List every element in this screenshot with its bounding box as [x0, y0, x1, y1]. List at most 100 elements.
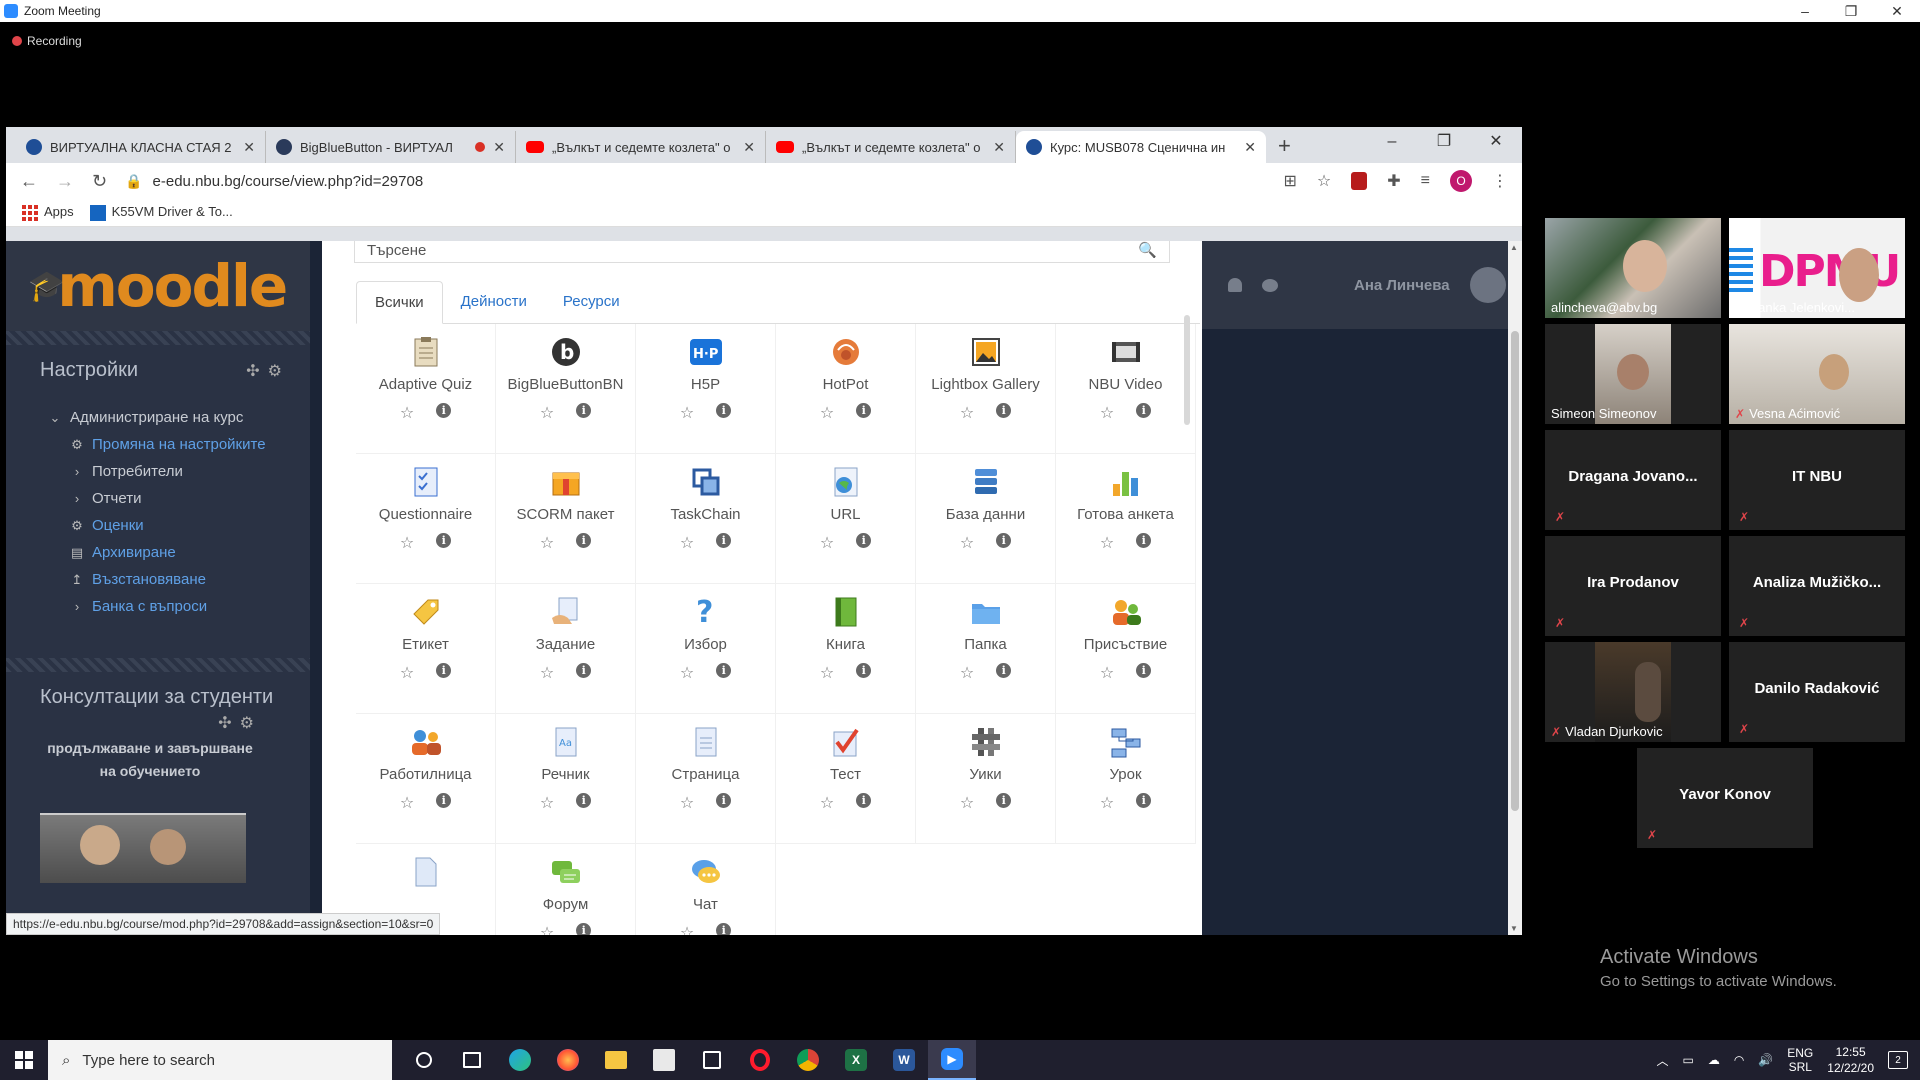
star-icon[interactable]: ☆ — [960, 793, 974, 813]
star-icon[interactable]: ☆ — [400, 793, 414, 813]
browser-tab[interactable]: Курс: MUSB078 Сценична ин ✕ — [1016, 131, 1266, 163]
recording-indicator[interactable]: Recording — [12, 34, 82, 48]
minimize-button[interactable]: – — [1782, 3, 1828, 20]
info-icon[interactable]: i — [1136, 793, 1152, 808]
taskbar-app-taskview[interactable] — [448, 1040, 496, 1080]
tab-all[interactable]: Всички — [356, 281, 443, 324]
settings-item[interactable]: › Банка с въпроси — [40, 593, 282, 620]
gear-icon[interactable]: ⚙ — [240, 713, 254, 733]
star-icon[interactable]: ☆ — [960, 533, 974, 553]
participant-tile[interactable]: IT NBU ✗ — [1729, 430, 1905, 530]
settings-item[interactable]: ⌄ Администриране на курс — [40, 404, 282, 431]
clock[interactable]: 12:55 12/22/20 — [1827, 1044, 1874, 1076]
module-item[interactable]: Готова анкета ☆ i — [1056, 454, 1196, 584]
module-item[interactable]: Присъствие ☆ i — [1056, 584, 1196, 714]
taskbar-app-firefox[interactable] — [544, 1040, 592, 1080]
taskbar-app-word[interactable]: W — [880, 1040, 928, 1080]
move-icon[interactable]: ✣ — [218, 713, 231, 733]
restore-button[interactable]: ❐ — [1828, 3, 1874, 20]
ublock-icon[interactable] — [1351, 172, 1368, 190]
module-item[interactable]: Тест ☆ i — [776, 714, 916, 844]
browser-tab[interactable]: „Вълкът и седемте козлета" о ✕ — [516, 131, 766, 163]
module-item[interactable]: Aa Речник ☆ i — [496, 714, 636, 844]
new-tab-button[interactable]: + — [1278, 133, 1291, 159]
info-icon[interactable]: i — [716, 923, 732, 935]
participant-tile[interactable]: ✗ Vladan Djurkovic — [1545, 642, 1721, 742]
browser-tab[interactable]: ВИРТУАЛНА КЛАСНА СТАЯ 2 ✕ — [16, 131, 266, 163]
info-icon[interactable]: i — [996, 793, 1012, 808]
scrollbar-thumb[interactable] — [1511, 331, 1519, 811]
url-text[interactable]: e-edu.nbu.bg/course/view.php?id=29708 — [153, 173, 424, 190]
info-icon[interactable]: i — [576, 533, 592, 548]
star-icon[interactable]: ☆ — [1100, 663, 1114, 683]
move-icon[interactable]: ✣ — [246, 361, 259, 381]
close-tab-icon[interactable]: ✕ — [993, 139, 1005, 156]
star-icon[interactable]: ☆ — [680, 923, 694, 935]
module-item[interactable]: Adaptive Quiz ☆ i — [356, 324, 496, 454]
info-icon[interactable]: i — [1136, 403, 1152, 418]
star-icon[interactable]: ☆ — [540, 403, 554, 423]
participant-tile[interactable]: DPMU Dušanka Jelenkovi... — [1729, 218, 1905, 318]
info-icon[interactable]: i — [1136, 533, 1152, 548]
close-tab-icon[interactable]: ✕ — [493, 139, 505, 156]
browser-tab[interactable]: BigBlueButton - ВИРТУАЛ ✕ — [266, 131, 516, 163]
participant-tile[interactable]: Analiza Mužičko... ✗ — [1729, 536, 1905, 636]
settings-item[interactable]: ▤ Архивиране — [40, 539, 282, 566]
info-icon[interactable]: i — [576, 793, 592, 808]
taskbar-app-tablet[interactable] — [688, 1040, 736, 1080]
close-tab-icon[interactable]: ✕ — [1244, 139, 1256, 156]
taskbar-app-folder[interactable] — [592, 1040, 640, 1080]
forward-icon[interactable]: → — [56, 171, 74, 192]
volume-icon[interactable]: 🔊 — [1758, 1053, 1773, 1067]
module-item[interactable]: Задание ☆ i — [496, 584, 636, 714]
lock-icon[interactable]: 🔒 — [125, 173, 142, 190]
info-icon[interactable]: i — [856, 793, 872, 808]
bookmark-star-icon[interactable]: ☆ — [1317, 171, 1331, 191]
module-item[interactable]: Форум ☆ i — [496, 844, 636, 935]
close-tab-icon[interactable]: ✕ — [243, 139, 255, 156]
reload-icon[interactable]: ↻ — [92, 171, 107, 192]
browser-restore-button[interactable]: ❐ — [1418, 127, 1470, 157]
taskbar-app-excel[interactable]: X — [832, 1040, 880, 1080]
user-name[interactable]: Ана Линчева — [1354, 277, 1450, 294]
star-icon[interactable]: ☆ — [820, 793, 834, 813]
module-item[interactable]: Книга ☆ i — [776, 584, 916, 714]
wifi-icon[interactable]: ◠ — [1734, 1053, 1744, 1067]
info-icon[interactable]: i — [716, 793, 732, 808]
taskbar-search[interactable]: ⌕ Type here to search — [48, 1040, 392, 1080]
info-icon[interactable]: i — [436, 793, 452, 808]
taskbar-app-store[interactable] — [640, 1040, 688, 1080]
settings-item[interactable]: › Отчети — [40, 485, 282, 512]
moodle-logo[interactable]: 🎓 moodle — [6, 241, 310, 331]
menu-icon[interactable]: ⋮ — [1492, 171, 1508, 191]
taskbar-app-opera[interactable] — [736, 1040, 784, 1080]
star-icon[interactable]: ☆ — [680, 403, 694, 423]
star-icon[interactable]: ☆ — [820, 663, 834, 683]
module-item[interactable]: H·P H5P ☆ i — [636, 324, 776, 454]
close-tab-icon[interactable]: ✕ — [743, 139, 755, 156]
star-icon[interactable]: ☆ — [540, 533, 554, 553]
page-scrollbar[interactable]: ▲ ▼ — [1508, 241, 1522, 935]
chooser-scrollbar[interactable] — [1184, 315, 1190, 425]
tab-resources[interactable]: Ресурси — [545, 281, 638, 323]
tray-chevron-icon[interactable]: ︿ — [1656, 1052, 1668, 1069]
info-icon[interactable]: i — [436, 533, 452, 548]
star-icon[interactable]: ☆ — [540, 923, 554, 935]
onedrive-icon[interactable]: ☁ — [1708, 1053, 1720, 1067]
bookmark-apps[interactable]: Apps — [22, 204, 74, 221]
module-item[interactable]: ? Избор ☆ i — [636, 584, 776, 714]
profile-avatar[interactable]: O — [1450, 170, 1472, 192]
taskbar-app-zoom[interactable]: ▶ — [928, 1040, 976, 1080]
star-icon[interactable]: ☆ — [400, 533, 414, 553]
address-bar[interactable]: 🔒 e-edu.nbu.bg/course/view.php?id=29708 — [125, 166, 1265, 196]
info-icon[interactable]: i — [856, 403, 872, 418]
battery-icon[interactable]: ▭ — [1682, 1053, 1693, 1067]
participant-tile[interactable]: Simeon Simeonov — [1545, 324, 1721, 424]
messages-icon[interactable] — [1262, 278, 1278, 292]
browser-close-button[interactable]: ✕ — [1470, 127, 1522, 157]
module-item[interactable]: Етикет ☆ i — [356, 584, 496, 714]
back-icon[interactable]: ← — [20, 171, 38, 192]
module-item[interactable]: b BigBlueButtonBN ☆ i — [496, 324, 636, 454]
settings-item[interactable]: ⚙ Оценки — [40, 512, 282, 539]
module-item[interactable]: Lightbox Gallery ☆ i — [916, 324, 1056, 454]
